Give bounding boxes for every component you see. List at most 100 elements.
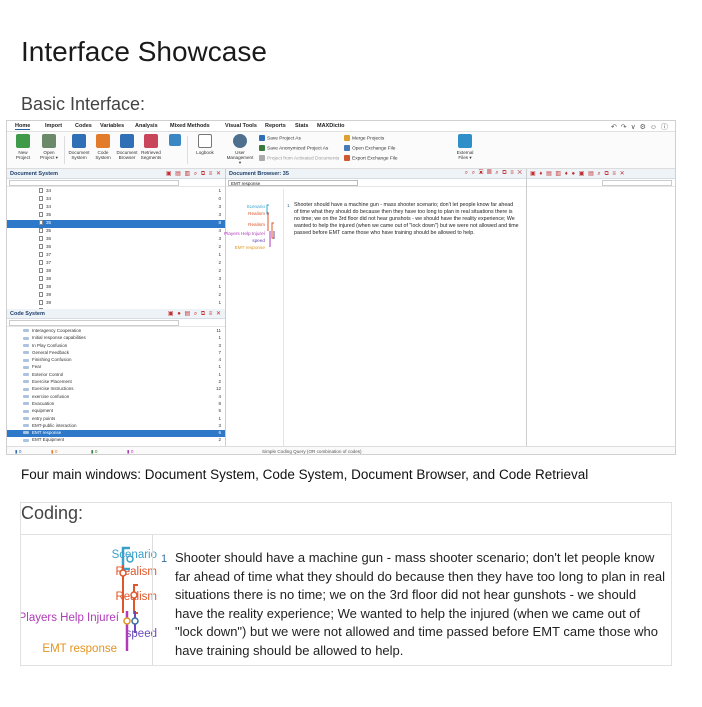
tab-import[interactable]: Import bbox=[45, 123, 62, 129]
code-row[interactable]: General Feedback 7 bbox=[7, 350, 225, 357]
code-row[interactable]: Fear 1 bbox=[7, 364, 225, 371]
document-row[interactable]: 38 1 bbox=[7, 284, 225, 292]
document-count: 3 bbox=[218, 276, 221, 281]
tab-home[interactable]: Home bbox=[15, 123, 31, 130]
retrieved-search-input[interactable] bbox=[602, 180, 672, 186]
new-project-button[interactable]: New Project bbox=[11, 134, 35, 160]
code-selector-dropdown[interactable]: EMT response bbox=[228, 180, 358, 186]
document-system-toolbar-icons[interactable]: ▣ ▤ ▥ ⌕ ⧉ ≡ ✕ bbox=[166, 170, 222, 178]
status-a: ▮ 0 bbox=[91, 448, 98, 454]
code-count: 3 bbox=[218, 422, 221, 428]
ribbon-toolbar: New Project Open Project ▾ Document Syst… bbox=[7, 132, 675, 169]
document-row[interactable]: 35 8 bbox=[7, 220, 225, 228]
code-row[interactable]: Exercise Instructions 12 bbox=[7, 386, 225, 393]
code-row[interactable]: Exercise Placement 2 bbox=[7, 379, 225, 386]
document-icon bbox=[39, 236, 43, 242]
browser-label-emt: EMT response bbox=[234, 245, 265, 250]
document-system-button[interactable]: Document System bbox=[67, 134, 91, 160]
code-row[interactable]: Initial response capabilities 1 bbox=[7, 335, 225, 342]
tab-stats[interactable]: Stats bbox=[295, 123, 308, 129]
retrieved-segments-button[interactable]: Retrieved Segments bbox=[139, 134, 163, 160]
tab-mixed-methods[interactable]: Mixed Methods bbox=[170, 123, 210, 129]
document-icon bbox=[39, 188, 43, 194]
tab-reports[interactable]: Reports bbox=[265, 123, 286, 129]
basic-interface-heading: Basic Interface: bbox=[21, 94, 146, 114]
document-row[interactable]: 35 4 bbox=[7, 228, 225, 236]
document-list: 34 1 34 0 34 3 35 3 35 8 35 4 36 3 36 2 37 1 37 2 38 2 38 3 38 1 3… bbox=[7, 188, 225, 318]
retrieved-segments-toolbar-icons[interactable]: ▣ ♦ ▤ ▥ ♦ ● ▣ ▤ ⌕ ⧉ ≡ ✕ bbox=[530, 170, 626, 178]
browser-label-speed: speed bbox=[252, 238, 265, 243]
code-icon bbox=[23, 329, 29, 333]
status-query[interactable]: Simple Coding Query (OR combination of c… bbox=[262, 449, 362, 454]
document-label: 38 bbox=[46, 268, 52, 273]
document-row[interactable]: 37 1 bbox=[7, 252, 225, 260]
document-row[interactable]: 34 0 bbox=[7, 196, 225, 204]
document-row[interactable]: 36 2 bbox=[7, 244, 225, 252]
document-row[interactable]: 34 1 bbox=[7, 188, 225, 196]
code-count: 5 bbox=[218, 408, 221, 414]
window-controls[interactable]: ↶ ↷ ∨ ⚙ ☺ ⓘ bbox=[611, 122, 669, 132]
document-count: 3 bbox=[218, 212, 221, 217]
document-icon bbox=[39, 268, 43, 274]
document-count: 1 bbox=[218, 284, 221, 289]
code-row[interactable]: EMT response 6 bbox=[7, 430, 225, 438]
document-browser-button[interactable]: Document Browser bbox=[115, 134, 139, 160]
code-row[interactable]: equipment 5 bbox=[7, 408, 225, 415]
document-label: 39 bbox=[46, 292, 52, 297]
code-system-toolbar-icons[interactable]: ▣ ● ▤ ⌕ ⧉ ≡ ✕ bbox=[168, 310, 222, 318]
code-row[interactable]: Interagency Cooperation 11 bbox=[7, 328, 225, 335]
code-icon bbox=[23, 394, 29, 398]
layout-grid-button[interactable] bbox=[165, 134, 185, 148]
save-anonymized-button[interactable]: Save Anonymized Project As bbox=[259, 145, 328, 151]
document-count: 2 bbox=[218, 260, 221, 265]
code-label-players-help[interactable]: Players Help Injureí bbox=[21, 612, 119, 624]
document-browser-toolbar-icons[interactable]: ⌕ ⌕ ▣ ▤ ⌕ ⧉ ≡ ✕ bbox=[465, 170, 523, 177]
code-row[interactable]: exercise confusion 4 bbox=[7, 394, 225, 401]
browser-document-text[interactable]: Shooter should have a machine gun - mass… bbox=[294, 202, 519, 237]
document-icon bbox=[39, 300, 43, 306]
export-exchange-button[interactable]: Export Exchange File bbox=[344, 155, 398, 161]
tab-codes[interactable]: Codes bbox=[75, 123, 92, 129]
code-row[interactable]: In Play Confusion 3 bbox=[7, 343, 225, 350]
code-count: 4 bbox=[218, 357, 221, 363]
merge-icon bbox=[344, 135, 350, 141]
document-label: 37 bbox=[46, 260, 52, 265]
document-row[interactable]: 38 2 bbox=[7, 268, 225, 276]
code-row[interactable]: EMT-public interaction 3 bbox=[7, 423, 225, 430]
document-row[interactable]: 39 2 bbox=[7, 292, 225, 300]
tab-visual-tools[interactable]: Visual Tools bbox=[225, 123, 257, 129]
document-row[interactable]: 35 3 bbox=[7, 212, 225, 220]
open-exchange-button[interactable]: Open Exchange File bbox=[344, 145, 395, 151]
code-row[interactable]: Evacuation 8 bbox=[7, 401, 225, 408]
code-label: Exercise Placement bbox=[32, 379, 72, 385]
merge-projects-button[interactable]: Merge Projects bbox=[344, 135, 384, 141]
project-from-docs-button[interactable]: Project from Activated Documents bbox=[259, 155, 339, 161]
code-system-button[interactable]: Code System bbox=[91, 134, 115, 160]
code-label-emt-response[interactable]: EMT response bbox=[21, 643, 117, 655]
tab-analysis[interactable]: Analysis bbox=[135, 123, 158, 129]
document-system-titlebar: Document System ▣ ▤ ▥ ⌕ ⧉ ≡ ✕ bbox=[7, 169, 225, 179]
logbook-button[interactable]: Logbook bbox=[193, 134, 217, 155]
external-files-icon bbox=[458, 134, 472, 148]
save-project-as-button[interactable]: Save Project As bbox=[259, 135, 301, 141]
code-row[interactable]: entry points 1 bbox=[7, 416, 225, 423]
document-row[interactable]: 34 3 bbox=[7, 204, 225, 212]
code-row[interactable]: Finishing Confusion 4 bbox=[7, 357, 225, 364]
tab-variables[interactable]: Variables bbox=[100, 123, 124, 129]
document-row[interactable]: 39 1 bbox=[7, 300, 225, 308]
code-label: EMT Equipment bbox=[32, 437, 65, 443]
external-files-button[interactable]: External Files ▾ bbox=[453, 134, 477, 160]
code-row[interactable]: EMT Equipment 2 bbox=[7, 437, 225, 444]
tab-maxdictio[interactable]: MAXDictio bbox=[317, 123, 345, 129]
document-row[interactable]: 37 2 bbox=[7, 260, 225, 268]
coded-text-paragraph[interactable]: Shooter should have a machine gun - mass… bbox=[175, 549, 667, 661]
code-search-input[interactable] bbox=[9, 320, 179, 326]
document-row[interactable]: 36 3 bbox=[7, 236, 225, 244]
user-management-button[interactable]: User Management ▾ bbox=[225, 134, 255, 165]
document-search-input[interactable] bbox=[9, 180, 179, 186]
document-row[interactable]: 38 3 bbox=[7, 276, 225, 284]
open-project-button[interactable]: Open Project ▾ bbox=[37, 134, 61, 160]
code-row[interactable]: Exterior Control 1 bbox=[7, 372, 225, 379]
document-count: 0 bbox=[218, 196, 221, 201]
code-system-search bbox=[7, 319, 225, 327]
